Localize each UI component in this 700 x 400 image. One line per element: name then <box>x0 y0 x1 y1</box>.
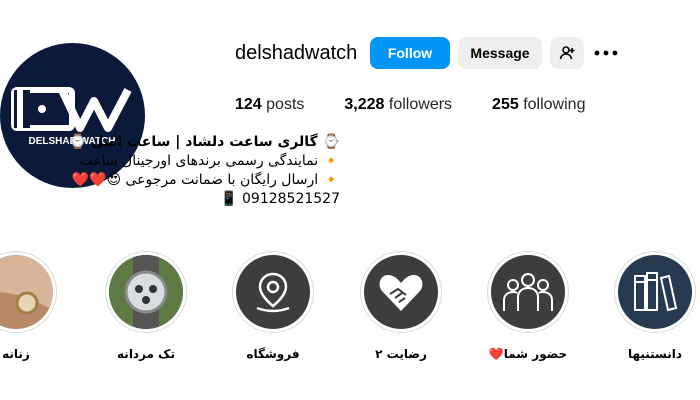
profile-bio: ⌚ گالری ساعت دلشاد | ساعت اصل ⌚ 🔸 نمایند… <box>20 133 340 209</box>
profile-username: delshadwatch <box>235 42 358 64</box>
posts-stat: 124 posts <box>235 96 304 114</box>
more-options-icon[interactable] <box>592 40 620 66</box>
profile-stats: 124 posts 3,228 followers 255 following <box>235 96 625 114</box>
posts-label: posts <box>266 96 305 113</box>
bio-title: ⌚ گالری ساعت دلشاد | ساعت اصل ⌚ <box>68 134 340 150</box>
location-pin-icon <box>236 255 310 329</box>
highlight-label: تک مردانه <box>117 347 175 361</box>
message-button[interactable]: Message <box>458 37 542 69</box>
highlight-item[interactable]: رضایت ۲ <box>360 251 442 361</box>
highlight-item[interactable]: دانستنیها <box>614 251 696 361</box>
men-watch-photo <box>109 255 183 329</box>
highlight-label: زنانه <box>2 347 30 361</box>
following-label: following <box>523 96 586 113</box>
followers-label: followers <box>388 96 453 113</box>
highlight-label: دانستنیها <box>627 347 683 361</box>
highlight-item[interactable]: فروشگاه <box>232 251 314 361</box>
bio-line-1: 🔸 نمایندگی رسمی برندهای اورجینال ساعت <box>79 153 340 169</box>
highlight-label: رضایت ۲ <box>375 347 427 361</box>
highlight-cover <box>0 251 57 333</box>
following-count: 255 <box>492 96 519 113</box>
highlight-cover <box>232 251 314 333</box>
books-icon <box>618 255 692 329</box>
suggest-user-button[interactable] <box>550 37 584 69</box>
followers-count: 3,228 <box>344 96 385 113</box>
follow-button[interactable]: Follow <box>370 37 450 69</box>
highlight-label: فروشگاه <box>246 347 300 361</box>
posts-count: 124 <box>235 96 262 113</box>
highlight-item[interactable]: زنانه <box>0 251 57 361</box>
followers-stat[interactable]: 3,228 followers <box>344 96 452 114</box>
woman-watch-photo <box>0 255 53 329</box>
highlight-cover <box>487 251 569 333</box>
highlight-cover <box>360 251 442 333</box>
highlight-item[interactable]: تک مردانه <box>105 251 187 361</box>
handshake-heart-icon <box>364 255 438 329</box>
highlight-item[interactable]: حضور شما❤️ <box>487 251 569 361</box>
highlight-cover <box>614 251 696 333</box>
highlight-cover <box>105 251 187 333</box>
bio-phone: 📱 09128521527 <box>220 191 340 207</box>
people-group-icon <box>491 255 565 329</box>
highlight-label: حضور شما❤️ <box>488 347 568 361</box>
add-user-icon <box>559 46 575 60</box>
following-stat[interactable]: 255 following <box>492 96 585 114</box>
bio-line-2: 🔸 ارسال رایگان با ضمانت مرجوعی 😍❤️❤️ <box>71 172 340 188</box>
